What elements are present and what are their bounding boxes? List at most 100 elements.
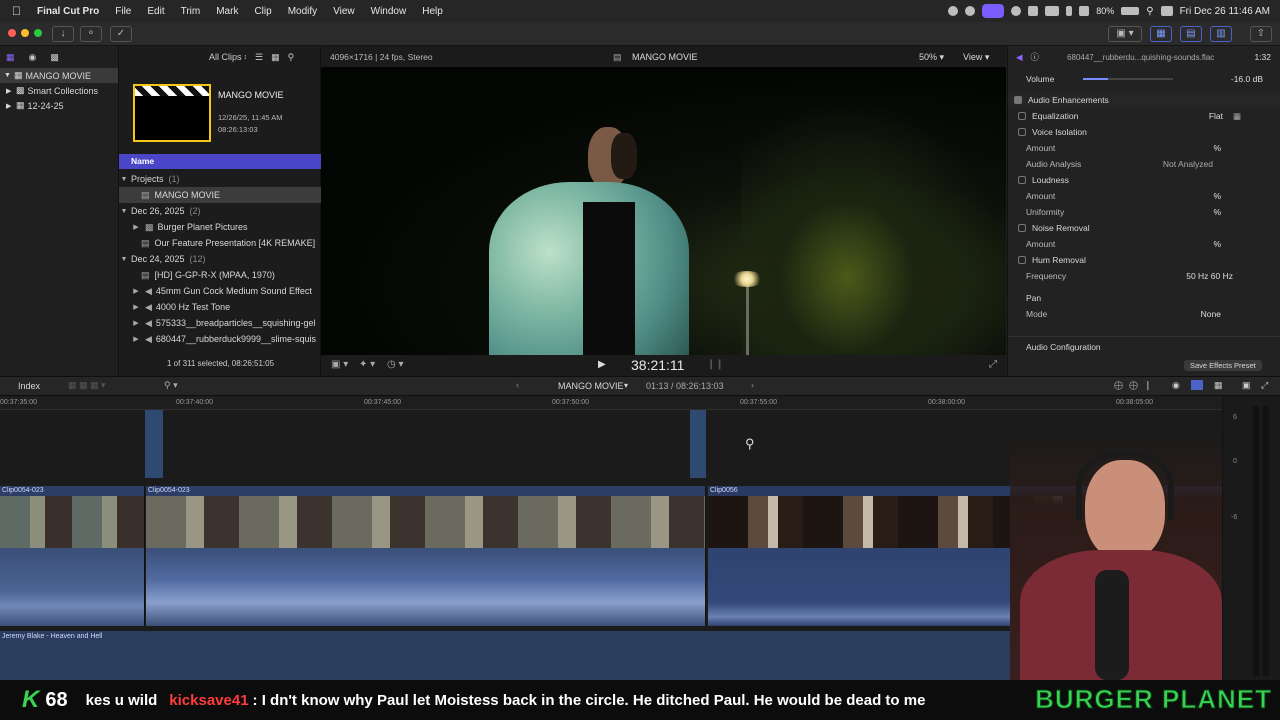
libraries-tab-icon[interactable]: ▦	[6, 52, 15, 63]
browser-item[interactable]: ▶ ◀ 4000 Hz Test Tone	[119, 299, 321, 315]
skimming-icon[interactable]	[1191, 380, 1203, 390]
browser-item[interactable]: ▤ [HD] G-GP-R-X (MPAA, 1970)	[119, 267, 321, 283]
background-tasks-button[interactable]: ✓	[110, 26, 132, 42]
fullscreen-icon[interactable]: ⤢	[989, 359, 997, 370]
disclosure-closed-icon[interactable]: ▶	[131, 335, 141, 343]
timeline-ruler[interactable]: 00:37:35:00 00:37:40:00 00:37:45:00 00:3…	[0, 396, 1222, 410]
fullscreen-icon[interactable]: ⤢	[1261, 380, 1268, 391]
connected-marker[interactable]	[145, 410, 163, 478]
name-column-header[interactable]: Name	[119, 154, 321, 169]
menu-app-name[interactable]: Final Cut Pro	[29, 6, 107, 17]
browser-group-projects[interactable]: ▼ Projects (1)	[119, 171, 321, 187]
layout-browser-button[interactable]: ▦	[1150, 26, 1172, 42]
eq-dropdown[interactable]: Flat	[1209, 111, 1223, 121]
clip-appearance-icon[interactable]: ▣	[1242, 380, 1251, 391]
zoom-icon[interactable]: ⚲ ▾	[164, 380, 178, 391]
disclosure-closed-icon[interactable]: ▶	[131, 319, 141, 327]
disclosure-open-icon[interactable]: ▼	[119, 176, 129, 183]
row-value[interactable]: %	[1213, 143, 1221, 153]
timeline-project[interactable]: MANGO MOVIE	[558, 381, 624, 391]
eq-graph-icon[interactable]: ▦	[1233, 111, 1241, 122]
menu-trim[interactable]: Trim	[173, 6, 209, 17]
viewer-timecode[interactable]: 38:21:11	[631, 357, 684, 373]
index-button[interactable]: Index	[18, 381, 40, 391]
browser-item[interactable]: ▤ Our Feature Presentation [4K REMAKE]	[119, 235, 321, 251]
speed-icon[interactable]: ◷ ▾	[387, 359, 404, 370]
clip-filter-dropdown[interactable]: All Clips	[209, 52, 242, 62]
layout-timeline-button[interactable]: ▤	[1180, 26, 1202, 42]
row-value[interactable]: 50 Hz 60 Hz	[1186, 271, 1233, 281]
screen-record-icon[interactable]	[982, 4, 1005, 18]
titles-tab-icon[interactable]: ▩	[50, 52, 59, 63]
minimize-window-button[interactable]	[21, 29, 29, 37]
section-checkbox[interactable]	[1014, 96, 1022, 104]
save-effects-preset-button[interactable]: Save Effects Preset	[1184, 360, 1262, 371]
disclosure-closed-icon[interactable]: ▶	[6, 87, 16, 95]
disclosure-open-icon[interactable]: ▼	[119, 256, 129, 263]
browser-group-dec24[interactable]: ▼ Dec 24, 2025 (12)	[119, 251, 321, 267]
photos-tab-icon[interactable]: ◉	[29, 52, 37, 63]
disclosure-closed-icon[interactable]: ▶	[131, 223, 141, 231]
library-item-event-12-24-25[interactable]: ▶ ▦ 12-24-25	[0, 98, 118, 113]
checkbox[interactable]	[1018, 224, 1026, 232]
play-icon[interactable]: ▶	[598, 359, 606, 370]
connected-marker[interactable]	[690, 410, 706, 478]
timeline-clip[interactable]: Clip0054-023	[0, 486, 145, 626]
apple-icon[interactable]: 	[0, 4, 29, 18]
library-item-smart-collections[interactable]: ▶ ▩ Smart Collections	[0, 83, 118, 98]
play-status-icon[interactable]	[1011, 6, 1022, 16]
status-icon[interactable]	[948, 6, 959, 16]
edit-tools-icons[interactable]: ▦ ▦ ▦ ▾	[68, 380, 106, 391]
chevron-updown-icon[interactable]: ↕	[244, 54, 248, 61]
timeline[interactable]: ⚲ Clip0054-023 Clip0054-023 Clip0056 Jer…	[0, 410, 1222, 680]
search-icon[interactable]: ⚲	[288, 52, 295, 63]
browser-item[interactable]: ▶ ▩ Burger Planet Pictures	[119, 219, 321, 235]
project-thumbnail[interactable]	[133, 84, 211, 142]
disclosure-open-icon[interactable]: ▼	[119, 208, 129, 215]
row-value[interactable]: -16.0 dB	[1231, 74, 1263, 84]
zoom-window-button[interactable]	[34, 29, 42, 37]
transform-icon[interactable]: ▣ ▾	[331, 359, 348, 370]
search-icon[interactable]: ⚲	[1146, 6, 1153, 17]
browser-item-project[interactable]: ▤ MANGO MOVIE	[119, 187, 321, 203]
history-back-icon[interactable]: ‹	[516, 380, 519, 390]
menu-help[interactable]: Help	[414, 6, 451, 17]
battery-icon[interactable]	[1121, 7, 1140, 15]
globe-icon[interactable]	[965, 6, 976, 16]
snapping-icon[interactable]: ▦	[1214, 380, 1223, 391]
menu-mark[interactable]: Mark	[208, 6, 246, 17]
browser-item[interactable]: ▶ ◀ 680447__rubberduck9999__slime-squis	[119, 331, 321, 347]
battery-percent[interactable]: 80%	[1096, 6, 1114, 16]
info-icon[interactable]: ⓘ	[1031, 51, 1040, 63]
close-window-button[interactable]	[8, 29, 16, 37]
keywords-button[interactable]: ⚬	[80, 26, 102, 42]
browser-group-dec26[interactable]: ▼ Dec 26, 2025 (2)	[119, 203, 321, 219]
view-dropdown[interactable]: View ▾	[963, 52, 989, 63]
share-button[interactable]: ⇧	[1250, 26, 1272, 42]
menu-edit[interactable]: Edit	[139, 6, 172, 17]
disclosure-closed-icon[interactable]: ▶	[131, 303, 141, 311]
pan-mode-dropdown[interactable]: None	[1201, 309, 1221, 319]
zoom-dropdown[interactable]: 50% ▾	[919, 52, 944, 63]
menu-file[interactable]: File	[107, 6, 139, 17]
browser-item[interactable]: ▶ ◀ 45mm Gun Cock Medium Sound Effect	[119, 283, 321, 299]
browser-item[interactable]: ▶ ◀ 575333__breadparticles__squishing-ge…	[119, 315, 321, 331]
checkbox[interactable]	[1018, 112, 1026, 120]
workspace-button[interactable]: ▣ ▾	[1108, 26, 1142, 42]
enhance-icon[interactable]: ✦ ▾	[359, 359, 375, 370]
import-button[interactable]: ↓	[52, 26, 74, 42]
speaker-icon[interactable]: ◀	[1016, 52, 1023, 63]
headphones-icon[interactable]: ◉	[1172, 380, 1180, 391]
checkbox[interactable]	[1018, 176, 1026, 184]
menu-view[interactable]: View	[325, 6, 363, 17]
disclosure-closed-icon[interactable]: ▶	[6, 102, 16, 110]
chevron-down-icon[interactable]: ▾	[624, 381, 628, 390]
wifi-icon[interactable]	[1079, 6, 1090, 16]
video-frame[interactable]	[321, 67, 1006, 355]
timeline-clip[interactable]: Clip0054-023	[146, 486, 706, 626]
bluetooth-icon[interactable]	[1066, 6, 1073, 16]
library-item-mango-movie[interactable]: ▼ ▦ MANGO MOVIE	[0, 68, 118, 83]
audio-configuration-label[interactable]: Audio Configuration	[1026, 342, 1101, 352]
menu-clip[interactable]: Clip	[246, 6, 279, 17]
control-center-icon[interactable]	[1160, 6, 1173, 16]
